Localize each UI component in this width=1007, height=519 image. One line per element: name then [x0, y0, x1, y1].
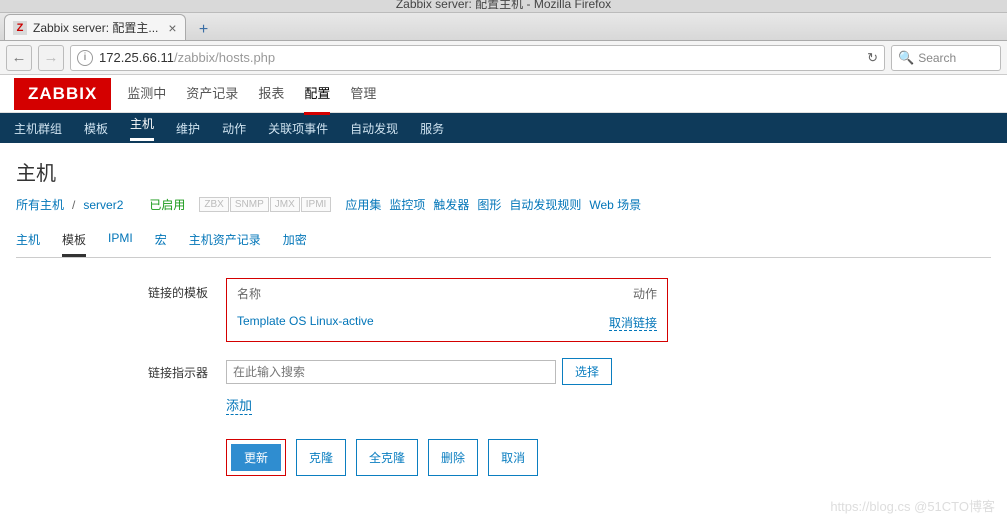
- page-title: 主机: [16, 157, 991, 186]
- breadcrumb: 所有主机 / server2 已启用 ZBX SNMP JMX IPMI 应用集…: [16, 196, 991, 213]
- linked-templates-box: 名称 动作 Template OS Linux-active 取消链接: [226, 278, 668, 342]
- menu-inventory[interactable]: 资产记录: [186, 73, 238, 115]
- main-menu: 监测中 资产记录 报表 配置 管理: [127, 73, 376, 115]
- interface-badges: ZBX SNMP JMX IPMI: [199, 197, 331, 212]
- col-action: 动作: [633, 285, 657, 302]
- link-items[interactable]: 监控项: [389, 196, 425, 213]
- tab-encryption[interactable]: 加密: [283, 225, 307, 257]
- add-link[interactable]: 添加: [226, 395, 252, 415]
- action-buttons: 更新 克隆 全克隆 删除 取消: [226, 439, 538, 476]
- search-placeholder: Search: [918, 51, 956, 65]
- subnav-hosts[interactable]: 主机: [130, 115, 154, 141]
- search-icon: 🔍: [898, 50, 914, 66]
- menu-administration[interactable]: 管理: [350, 73, 376, 115]
- new-tab-button[interactable]: +: [192, 20, 216, 40]
- host-tabs: 主机 模板 IPMI 宏 主机资产记录 加密: [16, 225, 991, 258]
- subnav-correlation[interactable]: 关联项事件: [268, 120, 328, 137]
- subnav-hostgroups[interactable]: 主机群组: [14, 120, 62, 137]
- sub-nav: 主机群组 模板 主机 维护 动作 关联项事件 自动发现 服务: [0, 113, 1007, 143]
- status-enabled: 已启用: [149, 196, 185, 213]
- cancel-button[interactable]: 取消: [488, 439, 538, 476]
- close-icon[interactable]: ×: [168, 20, 176, 36]
- update-highlight: 更新: [226, 439, 286, 476]
- forward-button[interactable]: →: [38, 45, 64, 71]
- tab-title: Zabbix server: 配置主...: [33, 19, 158, 36]
- watermark: https://blog.cs @51CTO博客: [830, 496, 995, 515]
- window-titlebar: Zabbix server: 配置主机 - Mozilla Firefox: [0, 0, 1007, 13]
- update-button[interactable]: 更新: [231, 444, 281, 471]
- zabbix-header: ZABBIX 监测中 资产记录 报表 配置 管理: [0, 75, 1007, 113]
- subnav-services[interactable]: 服务: [420, 120, 444, 137]
- url-text: 172.25.66.11/zabbix/hosts.php: [99, 50, 275, 65]
- menu-reports[interactable]: 报表: [258, 73, 284, 115]
- col-name: 名称: [237, 285, 633, 302]
- zabbix-favicon: Z: [13, 21, 27, 35]
- link-discovery-rules[interactable]: 自动发现规则: [509, 196, 581, 213]
- menu-configuration[interactable]: 配置: [304, 73, 330, 115]
- link-graphs[interactable]: 图形: [477, 196, 501, 213]
- tab-macros[interactable]: 宏: [155, 225, 167, 257]
- link-triggers[interactable]: 触发器: [433, 196, 469, 213]
- browser-tab[interactable]: Z Zabbix server: 配置主... ×: [4, 14, 186, 40]
- reload-icon[interactable]: ↻: [867, 50, 878, 66]
- back-button[interactable]: ←: [6, 45, 32, 71]
- info-icon[interactable]: i: [77, 50, 93, 66]
- link-web[interactable]: Web 场景: [589, 196, 641, 213]
- select-button[interactable]: 选择: [562, 358, 612, 385]
- clone-button[interactable]: 克隆: [296, 439, 346, 476]
- badge-zbx: ZBX: [199, 197, 228, 212]
- browser-navbar: ← → i 172.25.66.11/zabbix/hosts.php ↻ 🔍 …: [0, 41, 1007, 75]
- tab-inventory[interactable]: 主机资产记录: [189, 225, 261, 257]
- crumb-host[interactable]: server2: [83, 198, 123, 212]
- subnav-discovery[interactable]: 自动发现: [350, 120, 398, 137]
- delete-button[interactable]: 删除: [428, 439, 478, 476]
- template-search-input[interactable]: [226, 360, 556, 384]
- badge-jmx: JMX: [270, 197, 300, 212]
- tab-host[interactable]: 主机: [16, 225, 40, 257]
- browser-tabbar: Z Zabbix server: 配置主... × +: [0, 13, 1007, 41]
- url-bar[interactable]: i 172.25.66.11/zabbix/hosts.php ↻: [70, 45, 885, 71]
- link-applications[interactable]: 应用集: [345, 196, 381, 213]
- browser-search[interactable]: 🔍 Search: [891, 45, 1001, 71]
- linked-templates-label: 链接的模板: [136, 278, 226, 301]
- badge-ipmi: IPMI: [301, 197, 332, 212]
- subnav-actions[interactable]: 动作: [222, 120, 246, 137]
- crumb-separator: /: [72, 198, 75, 212]
- tab-ipmi[interactable]: IPMI: [108, 225, 133, 257]
- full-clone-button[interactable]: 全克隆: [356, 439, 418, 476]
- crumb-all-hosts[interactable]: 所有主机: [16, 196, 64, 213]
- tab-templates[interactable]: 模板: [62, 225, 86, 257]
- templates-form: 链接的模板 名称 动作 Template OS Linux-active 取消链…: [16, 278, 991, 476]
- subnav-templates[interactable]: 模板: [84, 120, 108, 137]
- unlink-link[interactable]: 取消链接: [609, 316, 657, 331]
- zabbix-logo[interactable]: ZABBIX: [14, 78, 111, 110]
- badge-snmp: SNMP: [230, 197, 269, 212]
- subnav-maintenance[interactable]: 维护: [176, 120, 200, 137]
- link-new-label: 链接指示器: [136, 358, 226, 381]
- template-link[interactable]: Template OS Linux-active: [237, 314, 374, 328]
- menu-monitoring[interactable]: 监测中: [127, 73, 166, 115]
